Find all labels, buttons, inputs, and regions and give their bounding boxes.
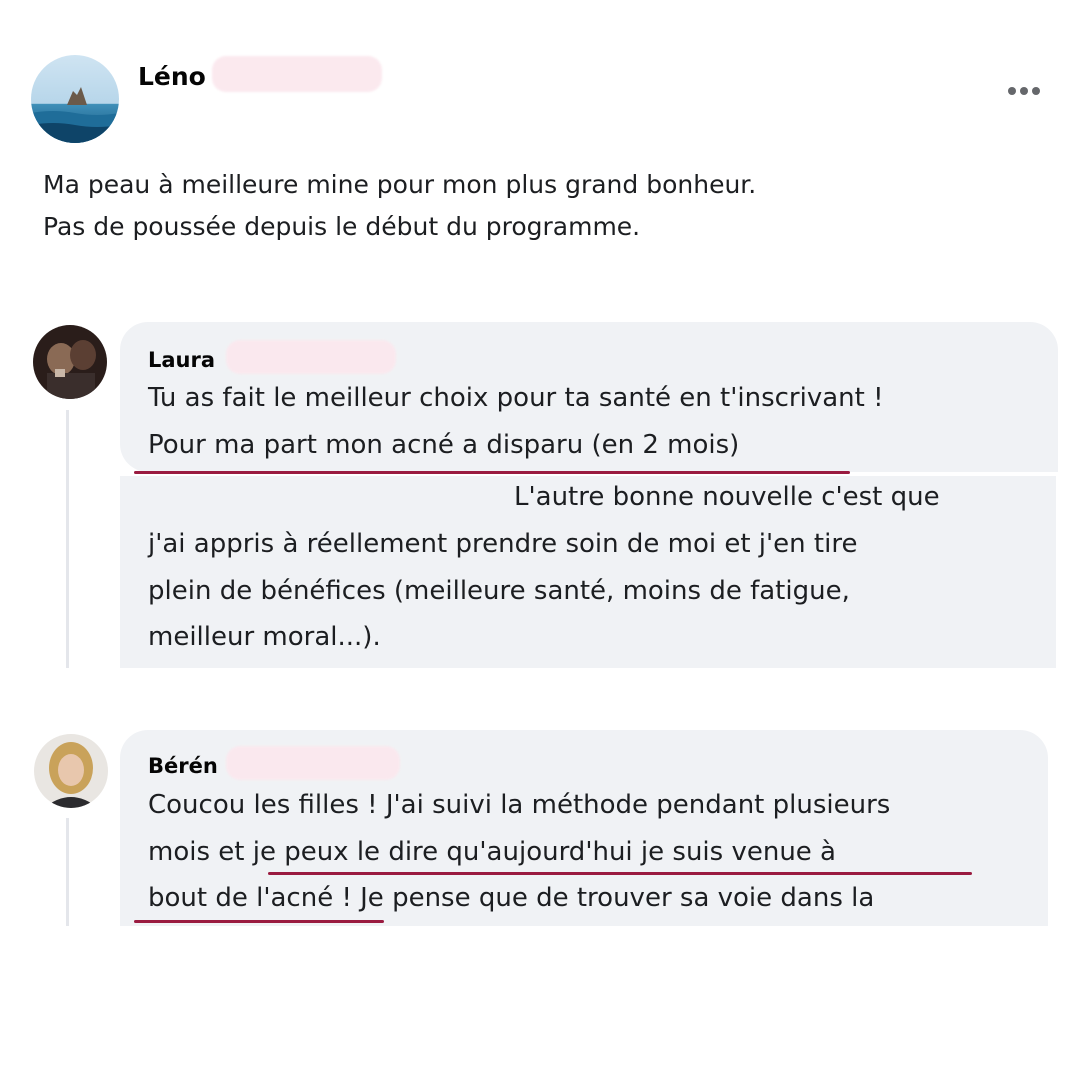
comment-line: j'ai appris à réellement prendre soin de…: [148, 529, 858, 559]
highlight-underline: [134, 471, 850, 474]
post-text-line-2: Pas de poussée depuis le début du progra…: [43, 212, 641, 241]
commenter-name[interactable]: Laura: [148, 348, 215, 372]
commenter-name[interactable]: Bérén: [148, 754, 218, 778]
post-text-line-1: Ma peau à meilleure mine pour mon plus g…: [43, 170, 757, 199]
comment-line: Pour ma part mon acné a disparu (en 2 mo…: [148, 430, 740, 460]
name-redaction: [212, 56, 382, 92]
more-options-icon[interactable]: [1008, 80, 1052, 108]
thread-line: [66, 818, 69, 926]
name-redaction: [226, 340, 396, 374]
comment-line: meilleur moral...).: [148, 622, 381, 652]
comment-line: Tu as fait le meilleur choix pour ta san…: [148, 383, 884, 413]
name-redaction: [226, 746, 400, 780]
highlight-underline: [134, 920, 384, 923]
comment-line: L'autre bonne nouvelle c'est que: [514, 482, 940, 512]
thread-line: [66, 410, 69, 668]
comment-line: plein de bénéfices (meilleure santé, moi…: [148, 576, 850, 606]
comment-line: bout de l'acné ! Je pense que de trouver…: [148, 883, 875, 913]
post-author-name[interactable]: Léno: [138, 62, 206, 91]
post-author-avatar[interactable]: [31, 55, 119, 143]
comment-line: mois et je peux le dire qu'aujourd'hui j…: [148, 837, 836, 867]
comment-line: Coucou les filles ! J'ai suivi la méthod…: [148, 790, 891, 820]
highlight-underline: [268, 872, 972, 875]
commenter-avatar[interactable]: [34, 734, 108, 808]
commenter-avatar[interactable]: [33, 325, 107, 399]
